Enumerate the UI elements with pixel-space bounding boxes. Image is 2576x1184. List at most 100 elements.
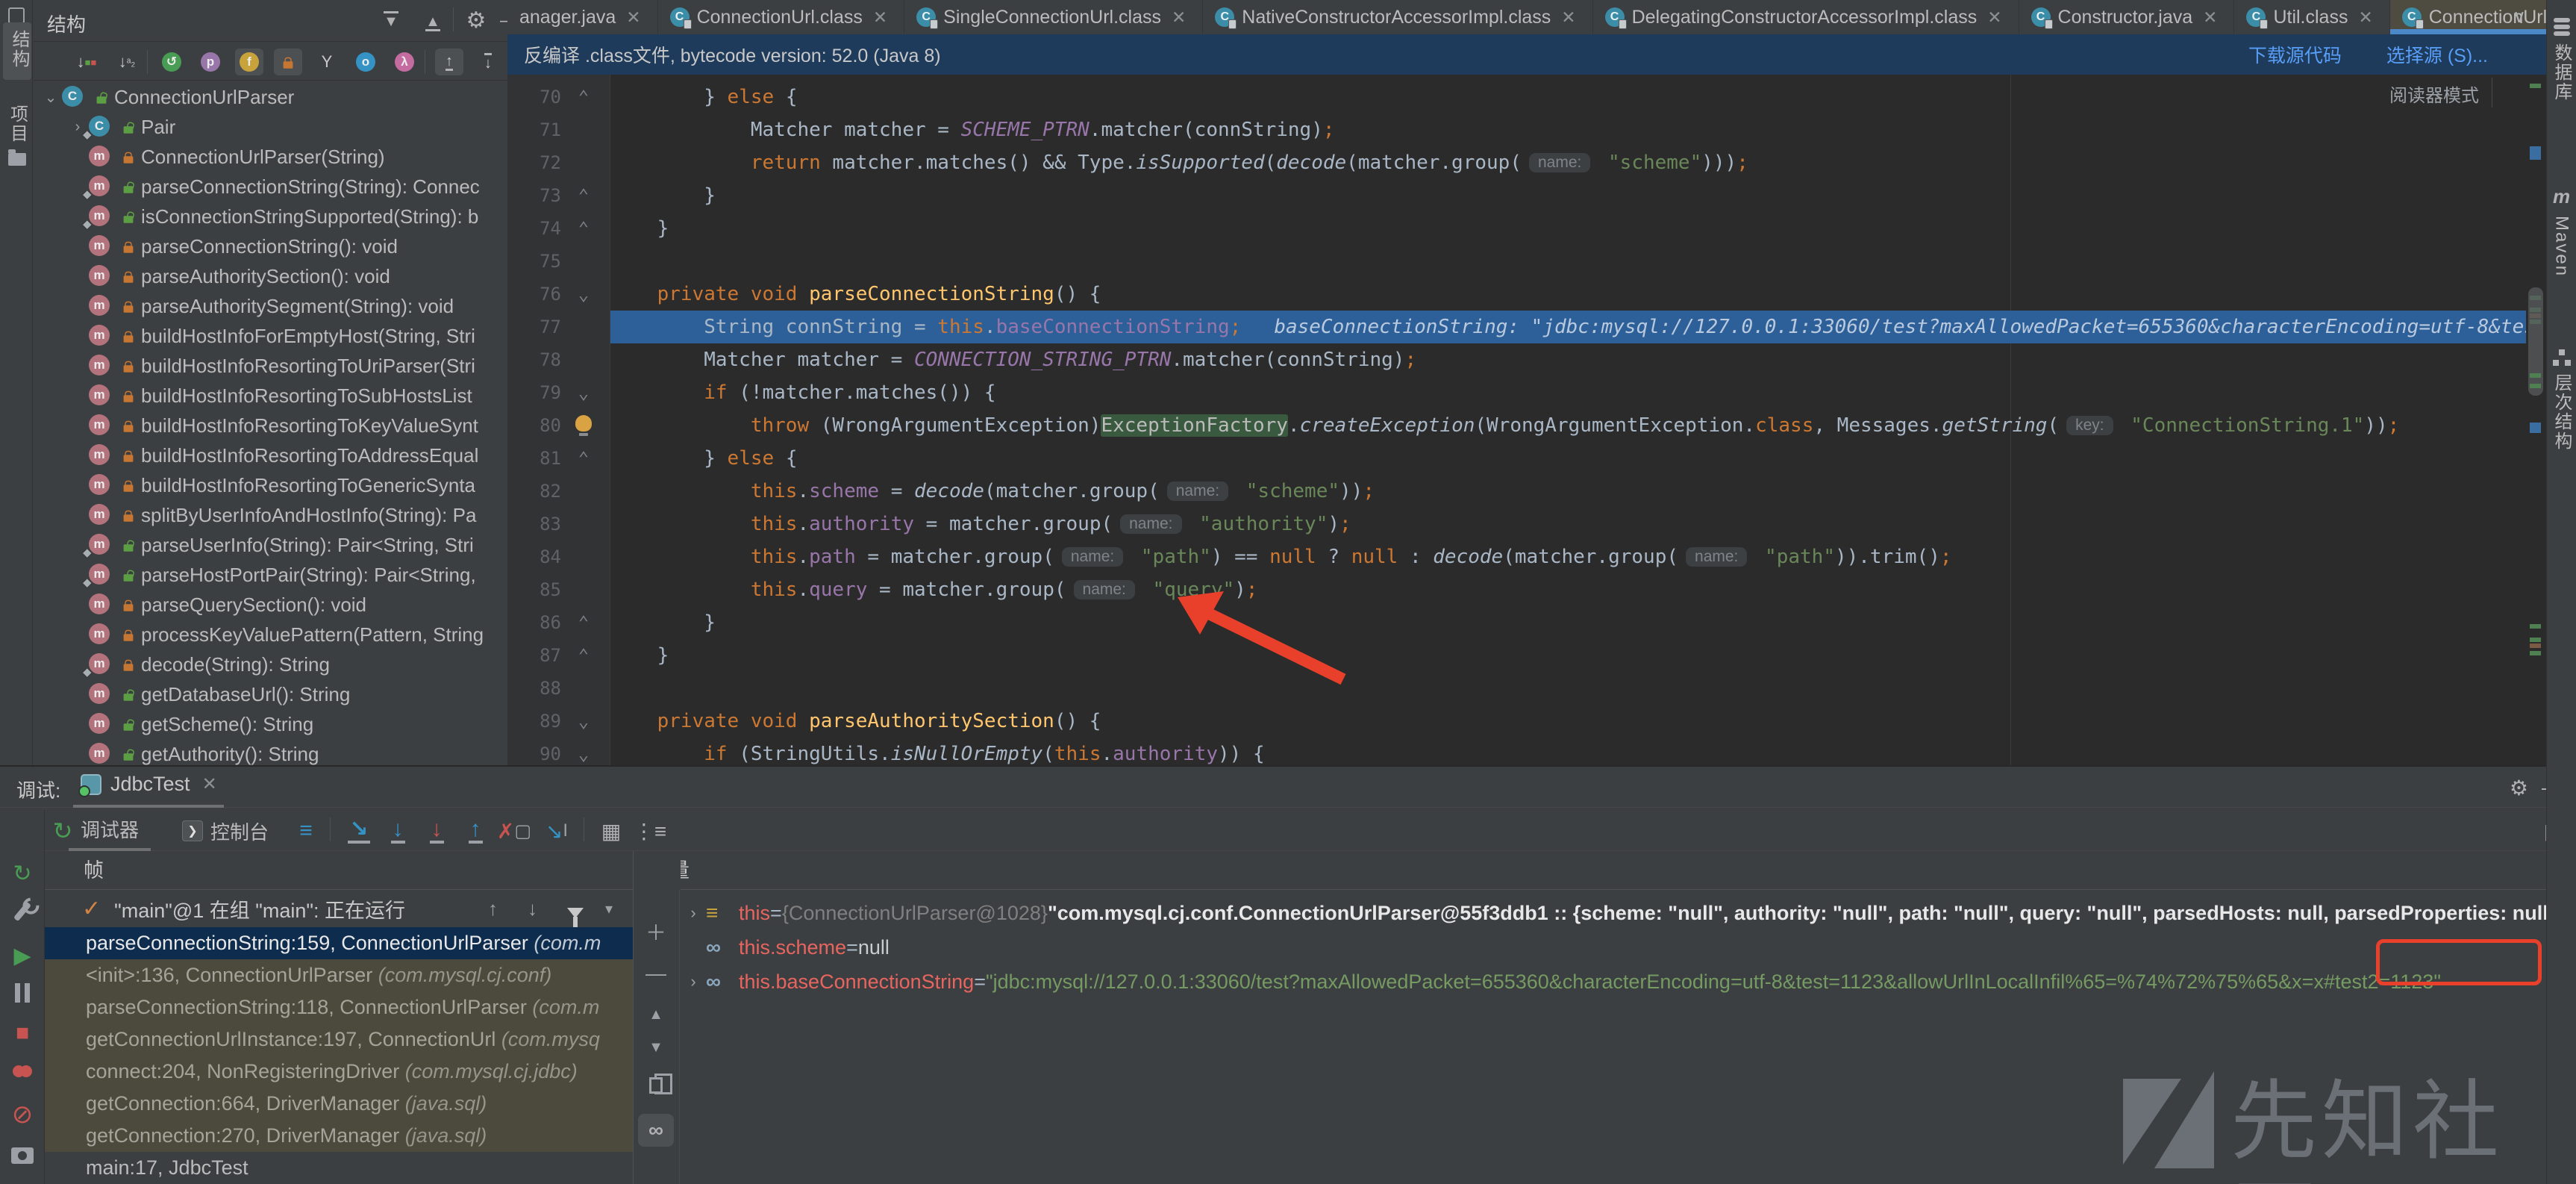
structure-item-isConnectionStringSupported[interactable]: m ◆ isConnectionStringSupported(String): b: [34, 202, 507, 231]
code-line-79[interactable]: 79 ⌄ if (!matcher.matches()) {: [507, 376, 2546, 409]
gutter-line-87[interactable]: 87 ⌃: [507, 639, 610, 672]
hidden-tabs-chevron-icon[interactable]: ∨: [2506, 4, 2533, 30]
line-number[interactable]: 80: [507, 415, 561, 436]
fold-marker-icon[interactable]: ⌄: [561, 382, 606, 403]
structure-item-splitByUserInfoAndHostInfo[interactable]: m splitByUserInfoAndHostInfo(String): Pa: [34, 500, 507, 530]
debug-settings-gear-icon[interactable]: ⚙: [2510, 776, 2528, 800]
frame-row[interactable]: getConnection:664, DriverManager (java.s…: [45, 1088, 633, 1120]
choose-sources-link[interactable]: 选择源 (S)...: [2386, 41, 2488, 68]
autoscroll-from-source-icon[interactable]: ↓: [474, 49, 502, 75]
structure-item-buildHostInfoForEmptyHost[interactable]: m buildHostInfoForEmptyHost(String, Stri: [34, 321, 507, 351]
duplicate-watch-icon[interactable]: [634, 1074, 678, 1099]
debug-session-tab[interactable]: JdbcTest ✕: [78, 773, 217, 797]
gutter-line-78[interactable]: 78: [507, 343, 610, 376]
close-tab-icon[interactable]: ✕: [1561, 7, 1575, 28]
gutter-line-74[interactable]: 74 ⌃: [507, 212, 610, 245]
frame-row[interactable]: parseConnectionString:118, ConnectionUrl…: [45, 991, 633, 1023]
frame-row[interactable]: getConnectionUrlInstance:197, Connection…: [45, 1023, 633, 1056]
fold-marker-icon[interactable]: ⌃: [561, 87, 606, 108]
sort-by-visibility-icon[interactable]: ↓ ■ ■: [72, 49, 101, 75]
structure-item-parseQuerySection[interactable]: m parseQuerySection(): void: [34, 590, 507, 620]
sort-alphabetically-icon[interactable]: ↓ ᵃ₂: [113, 49, 141, 75]
move-watch-down-icon[interactable]: ▼: [634, 1039, 678, 1056]
build-wrench-icon[interactable]: [0, 901, 45, 928]
gutter-line-81[interactable]: 81 ⌃: [507, 442, 610, 475]
code-line-77[interactable]: 77 String connString = this. baseConnecti…: [507, 311, 2546, 343]
fold-marker-icon[interactable]: ⌃: [561, 218, 606, 239]
thread-selector[interactable]: ✓ "main"@1 在组 "main": 正在运行 ↑ ↓ ▾: [45, 891, 633, 927]
line-number[interactable]: 88: [507, 678, 561, 699]
evaluate-expression-icon[interactable]: ▦: [594, 816, 628, 846]
code-line-89[interactable]: 89 ⌄ private void parseAuthoritySection()…: [507, 705, 2546, 738]
fold-marker-icon[interactable]: ⌃: [561, 185, 606, 206]
tab-debugger[interactable]: 调试器: [69, 814, 151, 844]
force-step-into-icon[interactable]: ↓: [419, 816, 454, 846]
code-line-76[interactable]: 76 ⌄ private void parseConnectionString()…: [507, 278, 2546, 311]
structure-item-parseAuthoritySegment[interactable]: m parseAuthoritySegment(String): void: [34, 291, 507, 321]
drop-frame-icon[interactable]: ✗ ▢: [497, 816, 531, 846]
line-number[interactable]: 78: [507, 349, 561, 370]
gutter-line-80[interactable]: 80: [507, 409, 610, 442]
sidebar-item-structure[interactable]: 结构: [3, 22, 31, 80]
line-number[interactable]: 85: [507, 579, 561, 600]
code-line-74[interactable]: 74 ⌃ }: [507, 212, 2546, 245]
code-line-84[interactable]: 84 this. path = matcher.group(name: "path…: [507, 540, 2546, 573]
reader-mode-link[interactable]: 阅读器模式: [2389, 81, 2479, 107]
prev-frame-icon[interactable]: ↑: [488, 897, 498, 920]
structure-item-parseAuthoritySection[interactable]: m parseAuthoritySection(): void: [34, 261, 507, 291]
gutter-line-86[interactable]: 86 ⌃: [507, 606, 610, 639]
close-tab-icon[interactable]: ✕: [2358, 7, 2372, 28]
variable-row-this-scheme[interactable]: ∞ this.scheme = null: [681, 930, 2576, 965]
rerun-icon[interactable]: ↻: [0, 861, 45, 887]
line-number[interactable]: 82: [507, 481, 561, 502]
pause-icon[interactable]: [0, 983, 45, 1009]
show-fields-icon[interactable]: f: [235, 49, 263, 75]
line-number[interactable]: 79: [507, 382, 561, 403]
fold-marker-icon[interactable]: ⌄: [561, 711, 606, 732]
structure-item-ConnectionUrlParser[interactable]: m ConnectionUrlParser(String): [34, 142, 507, 172]
variable-row-this[interactable]: › ≡ this = {ConnectionUrlParser@1028} "com…: [681, 896, 2576, 930]
fold-marker-icon[interactable]: ⌃: [561, 612, 606, 633]
show-properties-icon[interactable]: p: [196, 49, 225, 75]
code-line-78[interactable]: 78 Matcher matcher = CONNECTION_STRING_P…: [507, 343, 2546, 376]
code-line-90[interactable]: 90 ⌄ if (StringUtils. isNullOrEmpty(this. a…: [507, 738, 2546, 765]
close-tab-icon[interactable]: ✕: [626, 7, 640, 28]
line-number[interactable]: 87: [507, 645, 561, 666]
tab-util-class[interactable]: C Util.class ✕: [2234, 0, 2390, 34]
frame-row[interactable]: getConnection:270, DriverManager (java.s…: [45, 1120, 633, 1152]
hide-panel-icon[interactable]: —: [496, 9, 507, 33]
layout-settings-icon[interactable]: ≡: [291, 816, 321, 846]
structure-item-buildHostInfoResortingToUriParser[interactable]: m buildHostInfoResortingToUriParser(Stri: [34, 351, 507, 381]
structure-item-ConnectionUrlParser[interactable]: ⌄ C ConnectionUrlParser: [34, 82, 507, 112]
show-objects-icon[interactable]: o: [351, 49, 380, 75]
line-number[interactable]: 86: [507, 612, 561, 633]
code-line-72[interactable]: 72 return matcher.matches() && Type. isSu…: [507, 146, 2546, 179]
code-line-70[interactable]: 70 ⌃ } else {: [507, 81, 2546, 113]
sidebar-item-project[interactable]: 项目: [3, 105, 31, 166]
tree-chevron-icon[interactable]: ›: [681, 903, 706, 923]
code-line-80[interactable]: 80 throw (WrongArgumentException) Excepti…: [507, 409, 2546, 442]
collapse-all-icon[interactable]: ▲: [420, 9, 446, 33]
frame-row[interactable]: <init>:136, ConnectionUrlParser (com.mys…: [45, 959, 633, 991]
tab-console[interactable]: ❯ 控制台: [166, 816, 285, 846]
gutter-line-84[interactable]: 84: [507, 540, 610, 573]
structure-item-buildHostInfoResortingToSubHostsList[interactable]: m buildHostInfoResortingToSubHostsList: [34, 381, 507, 411]
fold-marker-icon[interactable]: ⌄: [561, 284, 606, 305]
gutter-line-83[interactable]: 83: [507, 508, 610, 540]
gutter-line-89[interactable]: 89 ⌄: [507, 705, 610, 738]
line-number[interactable]: 72: [507, 152, 561, 173]
next-frame-icon[interactable]: ↓: [528, 897, 537, 920]
remove-watch-icon[interactable]: —: [634, 962, 678, 985]
editor-scrollbar[interactable]: [2526, 34, 2546, 765]
structure-item-getAuthority[interactable]: m getAuthority(): String: [34, 739, 507, 765]
gutter-line-75[interactable]: 75: [507, 245, 610, 278]
gutter-line-88[interactable]: 88: [507, 672, 610, 705]
screenshot-icon[interactable]: [0, 1144, 45, 1170]
line-number[interactable]: 83: [507, 514, 561, 535]
line-number[interactable]: 70: [507, 87, 561, 108]
structure-item-parseUserInfo[interactable]: m ◆ parseUserInfo(String): Pair<String, St…: [34, 530, 507, 560]
filter-icon[interactable]: Y: [313, 49, 341, 75]
code-line-71[interactable]: 71 Matcher matcher = SCHEME_PTRN .matcher…: [507, 113, 2546, 146]
autoscroll-to-source-icon[interactable]: ↑: [435, 49, 463, 75]
close-session-icon[interactable]: ✕: [202, 773, 217, 795]
